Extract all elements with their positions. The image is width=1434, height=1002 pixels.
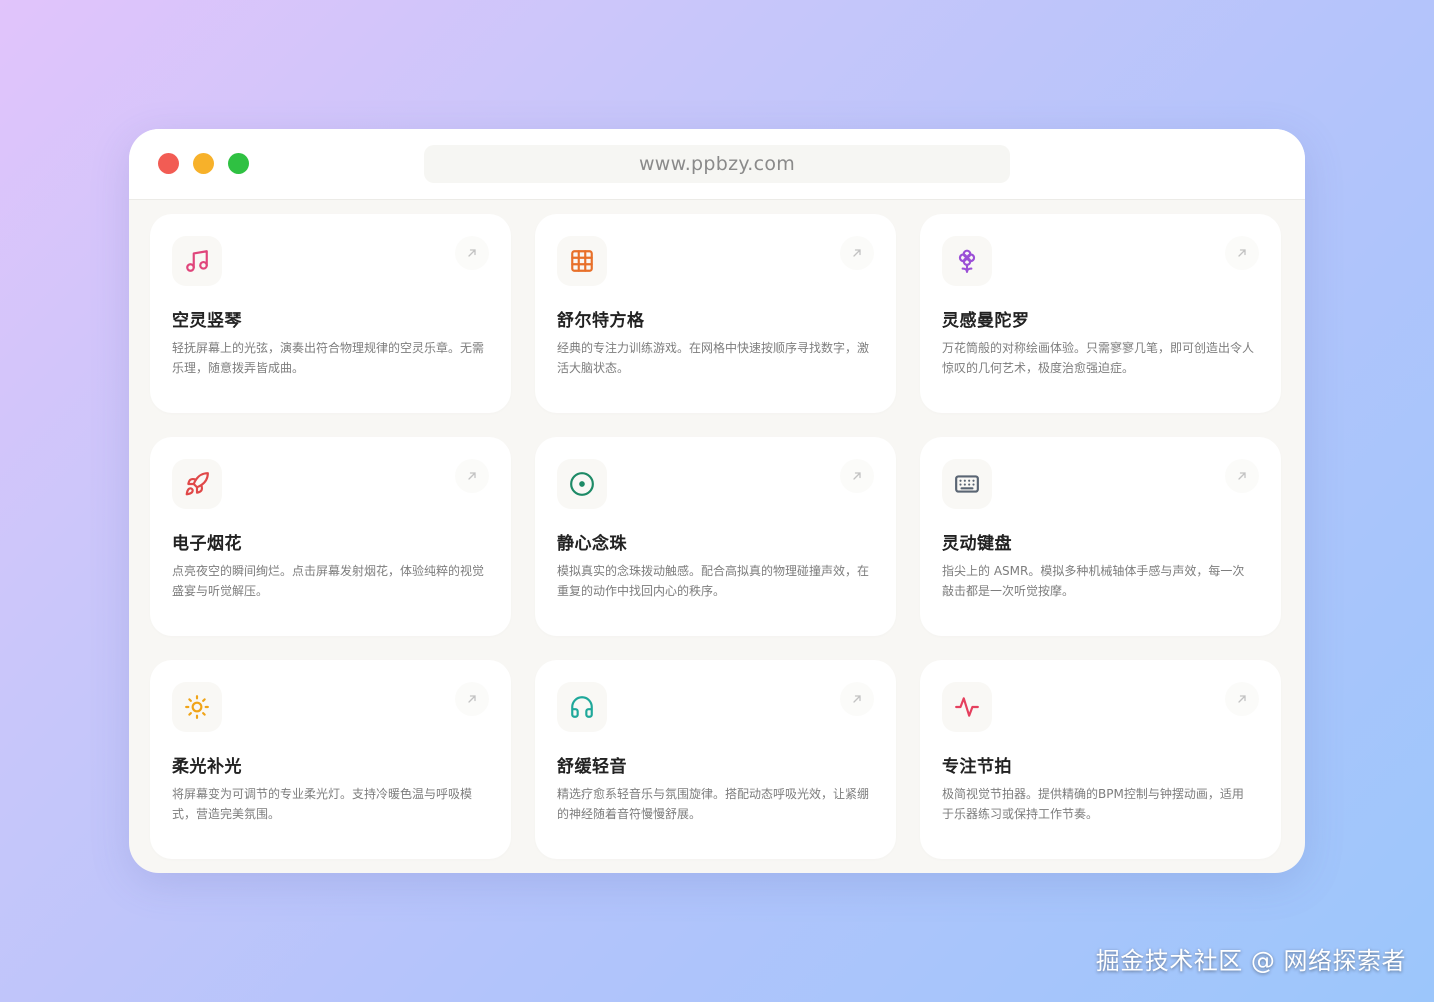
keyboard-icon <box>942 459 992 509</box>
arrow-up-right-icon[interactable] <box>1225 459 1259 493</box>
pulse-icon <box>942 682 992 732</box>
maximize-window-button[interactable] <box>228 153 249 174</box>
card-description: 轻抚屏幕上的光弦，演奏出符合物理规律的空灵乐章。无需乐理，随意拨弄皆成曲。 <box>172 341 485 375</box>
card-prayer-beads[interactable]: 静心念珠 模拟真实的念珠拨动触感。配合高拟真的物理碰撞声效，在重复的动作中找回内… <box>535 437 896 636</box>
card-title: 灵动键盘 <box>942 534 1012 554</box>
card-description: 指尖上的 ASMR。模拟多种机械轴体手感与声效，每一次敲击都是一次听觉按摩。 <box>942 564 1245 598</box>
card-title: 专注节拍 <box>942 757 1012 777</box>
minimize-window-button[interactable] <box>193 153 214 174</box>
card-description: 将屏幕变为可调节的专业柔光灯。支持冷暖色温与呼吸模式，营造完美氛围。 <box>172 787 473 821</box>
card-title: 空灵竖琴 <box>172 311 242 331</box>
rocket-icon <box>172 459 222 509</box>
card-title: 电子烟花 <box>172 534 242 554</box>
arrow-up-right-icon[interactable] <box>840 236 874 270</box>
card-mandala[interactable]: 灵感曼陀罗 万花筒般的对称绘画体验。只需寥寥几笔，即可创造出令人惊叹的几何艺术，… <box>920 214 1281 413</box>
card-keyboard[interactable]: 灵动键盘 指尖上的 ASMR。模拟多种机械轴体手感与声效，每一次敲击都是一次听觉… <box>920 437 1281 636</box>
grid-icon <box>557 236 607 286</box>
title-bar: www.ppbzy.com <box>129 129 1305 200</box>
card-description: 模拟真实的念珠拨动触感。配合高拟真的物理碰撞声效，在重复的动作中找回内心的秩序。 <box>557 564 870 598</box>
address-bar[interactable]: www.ppbzy.com <box>424 145 1010 183</box>
arrow-up-right-icon[interactable] <box>1225 682 1259 716</box>
card-fireworks[interactable]: 电子烟花 点亮夜空的瞬间绚烂。点击屏幕发射烟花，体验纯粹的视觉盛宴与听觉解压。 <box>150 437 511 636</box>
card-metronome[interactable]: 专注节拍 极简视觉节拍器。提供精确的BPM控制与钟摆动画，适用于乐器练习或保持工… <box>920 660 1281 859</box>
url-text: www.ppbzy.com <box>638 153 796 175</box>
arrow-up-right-icon[interactable] <box>840 682 874 716</box>
arrow-up-right-icon[interactable] <box>455 459 489 493</box>
headphones-icon <box>557 682 607 732</box>
card-title: 静心念珠 <box>557 534 627 554</box>
card-schulte-grid[interactable]: 舒尔特方格 经典的专注力训练游戏。在网格中快速按顺序寻找数字，激活大脑状态。 <box>535 214 896 413</box>
close-window-button[interactable] <box>158 153 179 174</box>
arrow-up-right-icon[interactable] <box>455 236 489 270</box>
card-title: 舒缓轻音 <box>557 757 627 777</box>
card-title: 柔光补光 <box>172 757 242 777</box>
card-description: 极简视觉节拍器。提供精确的BPM控制与钟摆动画，适用于乐器练习或保持工作节奏。 <box>942 787 1244 821</box>
flower-icon <box>942 236 992 286</box>
arrow-up-right-icon[interactable] <box>1225 236 1259 270</box>
card-description: 万花筒般的对称绘画体验。只需寥寥几笔，即可创造出令人惊叹的几何艺术，极度治愈强迫… <box>942 341 1255 375</box>
music-note-icon <box>172 236 222 286</box>
card-harp[interactable]: 空灵竖琴 轻抚屏幕上的光弦，演奏出符合物理规律的空灵乐章。无需乐理，随意拨弄皆成… <box>150 214 511 413</box>
arrow-up-right-icon[interactable] <box>455 682 489 716</box>
watermark: 掘金技术社区 @ 网络探索者 <box>1095 947 1406 975</box>
target-icon <box>557 459 607 509</box>
card-description: 经典的专注力训练游戏。在网格中快速按顺序寻找数字，激活大脑状态。 <box>557 341 870 375</box>
card-description: 点亮夜空的瞬间绚烂。点击屏幕发射烟花，体验纯粹的视觉盛宴与听觉解压。 <box>172 564 485 598</box>
card-title: 灵感曼陀罗 <box>942 311 1030 331</box>
card-soft-light[interactable]: 柔光补光 将屏幕变为可调节的专业柔光灯。支持冷暖色温与呼吸模式，营造完美氛围。 <box>150 660 511 859</box>
card-soothing-music[interactable]: 舒缓轻音 精选疗愈系轻音乐与氛围旋律。搭配动态呼吸光效，让紧绷的神经随着音符慢慢… <box>535 660 896 859</box>
arrow-up-right-icon[interactable] <box>840 459 874 493</box>
card-description: 精选疗愈系轻音乐与氛围旋律。搭配动态呼吸光效，让紧绷的神经随着音符慢慢舒展。 <box>557 787 870 821</box>
tool-grid: 空灵竖琴 轻抚屏幕上的光弦，演奏出符合物理规律的空灵乐章。无需乐理，随意拨弄皆成… <box>150 214 1281 859</box>
card-title: 舒尔特方格 <box>557 311 645 331</box>
sun-icon <box>172 682 222 732</box>
browser-window: www.ppbzy.com 空灵竖琴 轻抚屏幕上的光弦，演奏出符合物理规律的空灵… <box>129 129 1305 873</box>
